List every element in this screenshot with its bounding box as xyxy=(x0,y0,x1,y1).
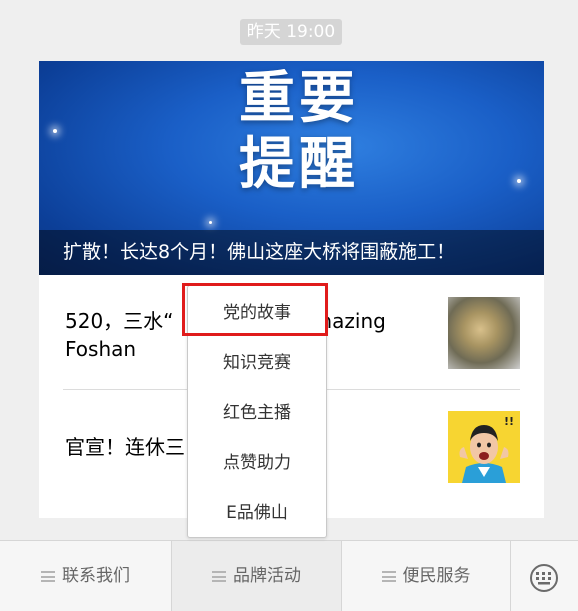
submenu-item-knowledge-contest[interactable]: 知识竞赛 xyxy=(188,338,326,388)
submenu-item-e-foshan[interactable]: E品佛山 xyxy=(188,488,326,538)
article-title-line2: Foshan xyxy=(65,337,137,361)
sparkle-decoration xyxy=(53,129,57,133)
sparkle-decoration xyxy=(209,221,212,224)
keyboard-toggle-button[interactable] xyxy=(511,541,578,611)
banner-caption: 扩散！长达8个月！佛山这座大桥将围蔽施工！ xyxy=(63,241,456,263)
banner-headline-line2: 提醒 xyxy=(239,131,359,197)
chat-timestamp: 昨天 19:00 xyxy=(240,19,342,45)
article-title: 官宣！连休三 xyxy=(65,435,185,459)
submenu-item-red-anchor[interactable]: 红色主播 xyxy=(188,388,326,438)
highlight-annotation xyxy=(182,283,328,336)
sparkle-decoration xyxy=(517,179,521,183)
bottom-menu-bar: 联系我们 品牌活动 便民服务 xyxy=(0,540,578,611)
menu-list-icon xyxy=(212,571,226,582)
menu-list-icon xyxy=(381,571,396,582)
svg-text:!!: !! xyxy=(504,415,514,428)
menu-label: 品牌活动 xyxy=(233,566,301,586)
article-title: 520，三水“ xyxy=(65,307,174,335)
cartoon-face-icon: !! xyxy=(448,411,520,483)
keyboard-icon xyxy=(530,564,558,592)
menu-label: 便民服务 xyxy=(402,566,471,586)
menu-convenience-services[interactable]: 便民服务 xyxy=(342,541,511,611)
banner-image[interactable]: 重要 提醒 扩散！长达8个月！佛山这座大桥将围蔽施工！ xyxy=(39,61,544,275)
article-thumbnail[interactable] xyxy=(448,297,520,369)
banner-caption-bar: 扩散！长达8个月！佛山这座大桥将围蔽施工！ xyxy=(39,230,544,275)
menu-label: 联系我们 xyxy=(62,566,130,586)
article-title-left: 520，三水“ xyxy=(65,309,174,333)
menu-contact-us[interactable]: 联系我们 xyxy=(0,541,172,611)
banner-headline: 重要 提醒 xyxy=(229,65,369,197)
menu-brand-activities[interactable]: 品牌活动 xyxy=(172,541,342,611)
banner-headline-line1: 重要 xyxy=(239,65,359,131)
submenu-item-like-support[interactable]: 点赞助力 xyxy=(188,438,326,488)
menu-list-icon xyxy=(41,571,55,582)
article-thumbnail[interactable]: !! xyxy=(448,411,520,483)
